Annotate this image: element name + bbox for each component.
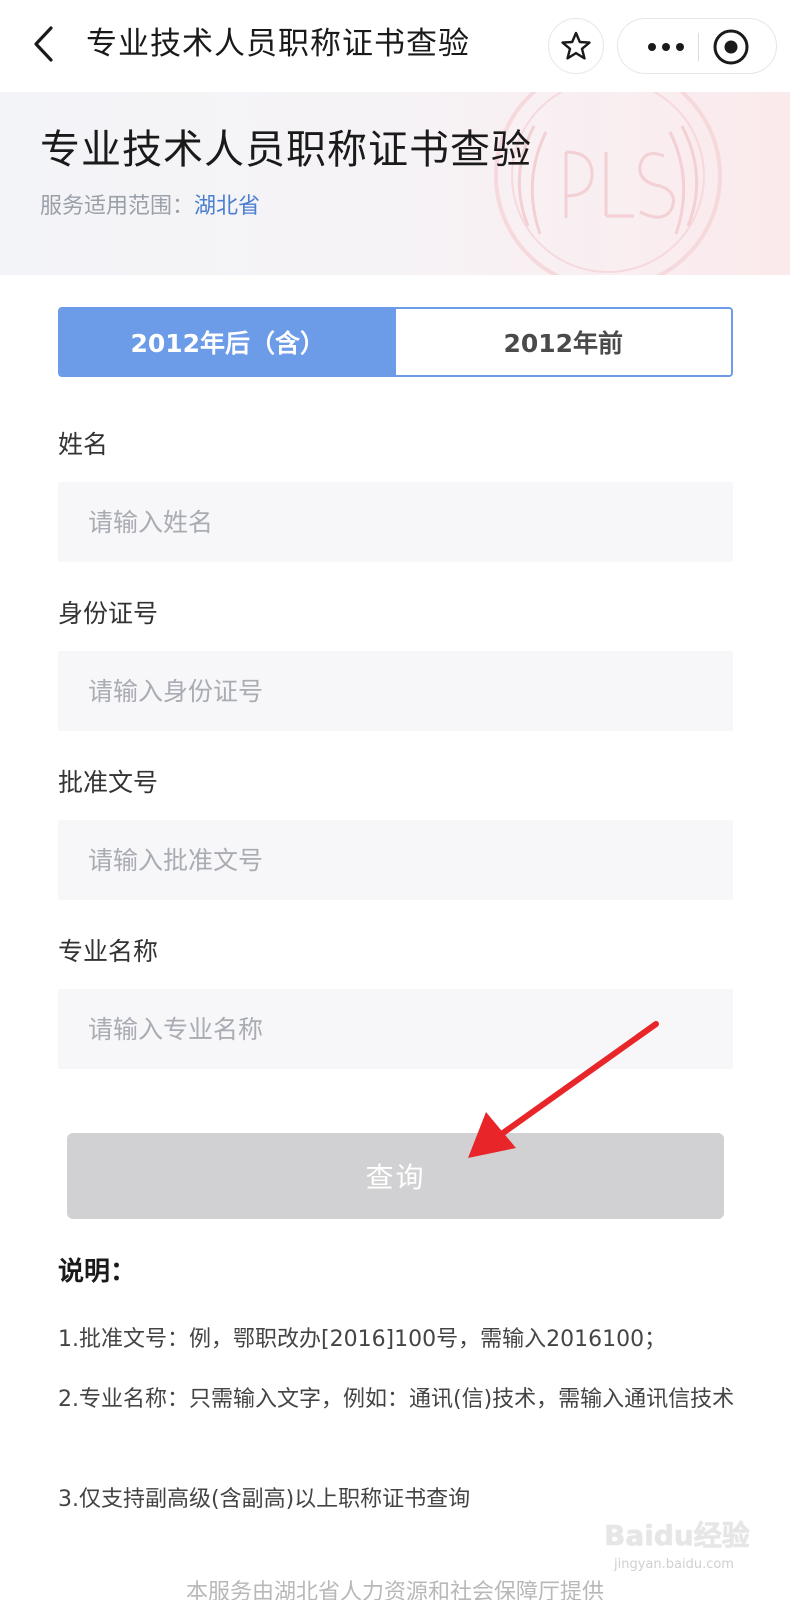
more-button[interactable] xyxy=(636,19,696,75)
close-miniapp-button[interactable] xyxy=(711,27,751,67)
back-button[interactable] xyxy=(22,22,66,66)
favorite-button[interactable] xyxy=(548,18,604,74)
watermark-url: jingyan.baidu.com xyxy=(614,1557,734,1572)
name-input[interactable] xyxy=(58,482,733,562)
page: 专业技术人员职称证书查验 专业技术人员职称证书查验 服务适用范围：湖北省 201… xyxy=(0,0,790,1600)
service-scope-region[interactable]: 湖北省 xyxy=(194,194,260,219)
name-label: 姓名 xyxy=(58,430,109,459)
watermark-logo: Baidu经验 xyxy=(604,1519,750,1552)
navbar: 专业技术人员职称证书查验 xyxy=(0,0,790,92)
period-tabs: 2012年后（含） 2012年前 xyxy=(58,307,733,377)
approval-number-label: 批准文号 xyxy=(58,768,159,797)
tab-before-2012[interactable]: 2012年前 xyxy=(395,309,731,375)
star-icon xyxy=(561,31,591,60)
notes-title: 说明： xyxy=(58,1257,137,1287)
major-name-label: 专业名称 xyxy=(58,937,159,966)
service-scope-label: 服务适用范围： xyxy=(40,194,195,219)
baidu-jingyan-watermark: Baidu经验 jingyan.baidu.com xyxy=(604,1518,764,1598)
capsule-divider xyxy=(698,33,699,61)
page-title: 专业技术人员职称证书查验 xyxy=(40,127,532,173)
nav-title: 专业技术人员职称证书查验 xyxy=(86,26,470,62)
id-number-input[interactable] xyxy=(58,651,733,731)
more-icon xyxy=(648,43,684,51)
emblem-watermark xyxy=(494,92,722,275)
back-icon xyxy=(34,26,53,62)
note-item: 3.仅支持副高级(含副高)以上职称证书查询 xyxy=(58,1487,471,1512)
miniapp-capsule xyxy=(617,18,777,74)
arrow-annotation xyxy=(468,1021,659,1158)
tab-after-2012[interactable]: 2012年后（含） xyxy=(60,309,396,375)
service-scope: 服务适用范围：湖北省 xyxy=(40,192,260,222)
id-number-label: 身份证号 xyxy=(58,599,159,628)
note-item: 2.专业名称：只需输入文字，例如：通讯(信)技术，需输入通讯信技术 xyxy=(58,1387,735,1412)
target-icon xyxy=(713,29,749,65)
approval-number-input[interactable] xyxy=(58,820,733,900)
note-item: 1.批准文号：例，鄂职改办[2016]100号，需输入2016100； xyxy=(58,1327,667,1352)
header-banner: 专业技术人员职称证书查验 服务适用范围：湖北省 xyxy=(0,92,790,275)
